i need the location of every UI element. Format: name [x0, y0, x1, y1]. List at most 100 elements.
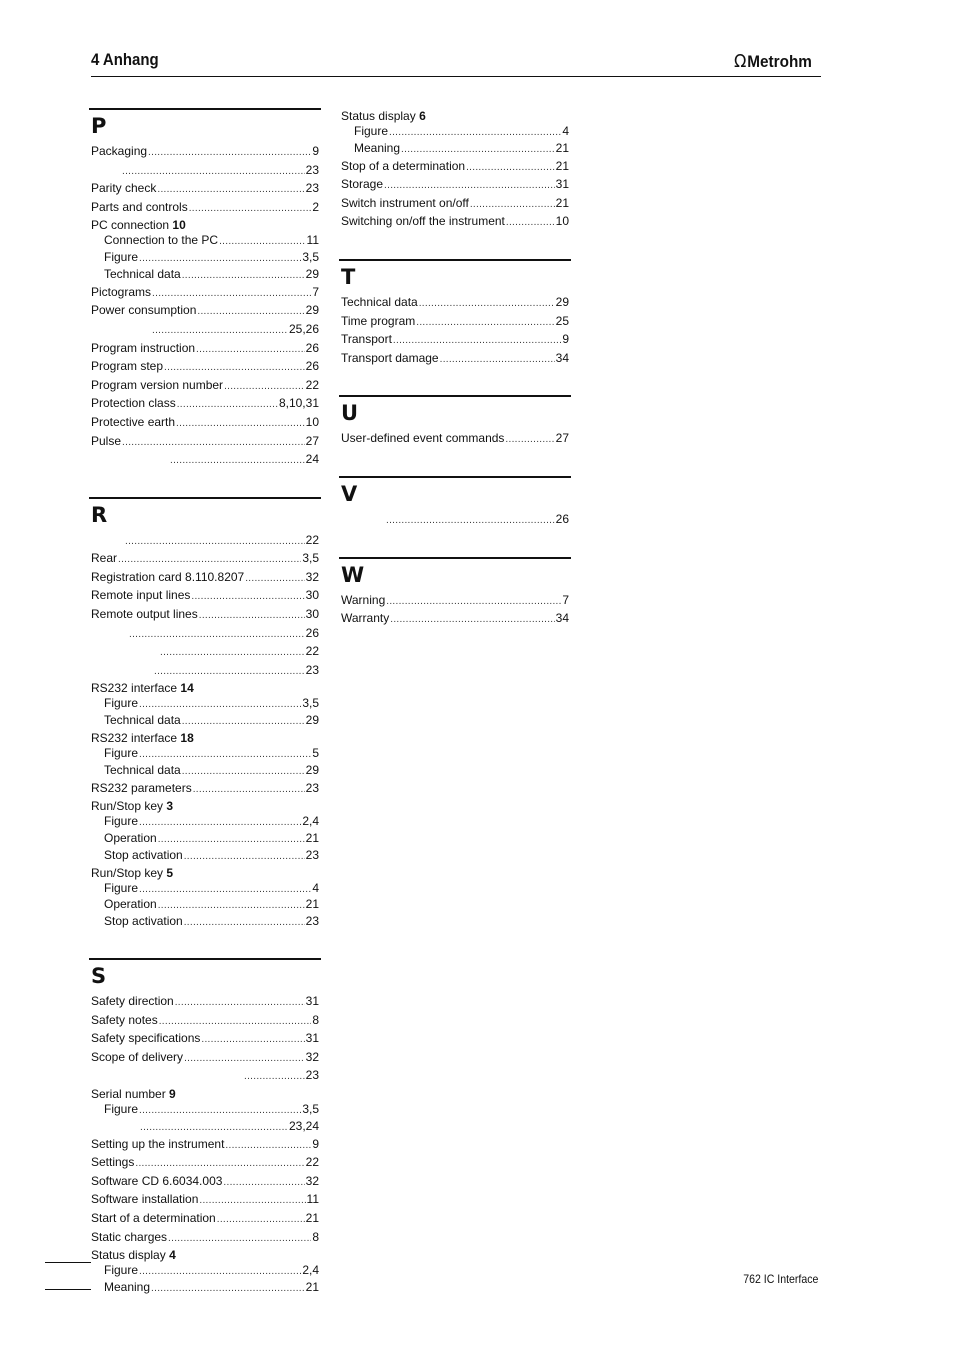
entry-text: PC connection	[91, 218, 170, 233]
index-entry: 24	[89, 451, 319, 470]
dot-leader	[182, 267, 305, 284]
entry-label: Rear	[91, 550, 117, 568]
dot-leader	[139, 881, 311, 898]
index-subentry: Figure 3,5	[89, 250, 319, 267]
entry-label: Meaning	[104, 1280, 150, 1295]
page-reference: 34	[555, 350, 569, 365]
entry-label: Remote input lines	[91, 587, 190, 605]
entry-label: Figure	[354, 124, 388, 139]
entry-label: Software CD 6.6034.003	[91, 1173, 222, 1191]
section-rule	[89, 958, 321, 961]
page-reference: 3,5	[302, 551, 319, 566]
entry-text: Safety notes	[91, 1012, 158, 1027]
entry-label: Program step	[91, 358, 163, 376]
entry-label: PC connection 10	[91, 218, 186, 233]
dot-leader	[199, 1191, 305, 1210]
page-reference: 23	[305, 847, 319, 862]
entry-text: Warranty	[341, 611, 390, 626]
figure-reference-number: 3	[166, 799, 174, 814]
entry-text: Transport	[341, 332, 392, 347]
page-reference: 29	[305, 762, 319, 777]
entry-label: Technical data	[341, 294, 418, 312]
dot-leader	[125, 532, 305, 551]
entry-text: Technical data	[104, 762, 181, 777]
entry-text: Software CD 6.6034.003	[91, 1173, 223, 1188]
entry-text: Pictograms	[91, 284, 152, 299]
section-letter: T	[341, 264, 356, 289]
entry-text: Pulse	[91, 433, 122, 448]
entry-text: Technical data	[104, 713, 181, 728]
dot-leader	[389, 124, 561, 141]
index-entry: Switching on/off the instrument 10	[339, 213, 569, 232]
entry-label: Protection class	[91, 395, 176, 413]
index-entry: Rear 3,5	[89, 550, 319, 569]
index-entry: Registration card 8.110.8207 32	[89, 569, 319, 588]
page-reference: 11	[306, 1192, 319, 1207]
page-reference: 32	[305, 569, 319, 584]
index-subentry: Figure 2,4	[89, 1263, 319, 1280]
index-subentry: Figure 3,5	[89, 1102, 319, 1119]
entry-text: Warning	[341, 592, 386, 607]
index-entry: Settings 22	[89, 1154, 319, 1173]
dot-leader	[470, 195, 555, 214]
index-entry: Program version number 22	[89, 377, 319, 396]
entry-label: Technical data	[104, 713, 181, 728]
index-entry: PC connection 10	[89, 218, 319, 233]
index-entry: Time program 25	[339, 313, 569, 332]
index-entry: Software installation 11	[89, 1191, 319, 1210]
entry-text: Software installation	[91, 1192, 199, 1207]
dot-leader	[466, 158, 555, 177]
entry-label: RS232 interface 18	[91, 731, 194, 746]
index-entry: Protection class 8,10,31	[89, 395, 319, 414]
entry-label: Figure	[104, 814, 138, 829]
entry-label: Switch instrument on/off	[341, 195, 469, 213]
index-section: U User-defined event commands 27	[339, 395, 571, 449]
index-entry: Transport 9	[339, 331, 569, 350]
entry-label: Run/Stop key 3	[91, 799, 173, 814]
entry-text: Figure	[354, 124, 389, 138]
page-reference: 23	[305, 1068, 319, 1083]
page-reference: 26	[305, 340, 319, 355]
index-entry: Run/Stop key 5	[89, 866, 319, 881]
entry-text: Remote output lines	[91, 607, 198, 622]
dot-leader	[158, 897, 305, 914]
index-entry: Switch instrument on/off 21	[339, 195, 569, 214]
index-entry: Pulse 27	[89, 433, 319, 452]
dot-leader	[139, 746, 311, 763]
dot-leader	[199, 606, 305, 625]
index-column-left: PPackaging923Parity check23Parts and con…	[89, 108, 321, 1297]
entry-text: Remote input lines	[91, 588, 191, 603]
page-reference: 21	[305, 1279, 319, 1294]
index-entry: Safety direction 31	[89, 993, 319, 1012]
index-entry: Storage 31	[339, 176, 569, 195]
figure-reference-number: 14	[180, 681, 194, 696]
index-subentry: Figure 4	[339, 124, 569, 141]
entry-text: Static charges	[91, 1229, 168, 1244]
index-subentry: Operation 21	[89, 831, 319, 848]
dot-leader	[177, 395, 278, 414]
index-entry: Pictograms 7	[89, 284, 319, 303]
footer-rule-top	[45, 1262, 91, 1263]
dot-leader	[139, 250, 301, 267]
index-entry: User-defined event commands 27	[339, 430, 569, 449]
section-letter: V	[341, 481, 358, 506]
page-reference: 25	[555, 313, 569, 328]
dot-leader	[197, 302, 304, 321]
dot-leader	[225, 1136, 311, 1155]
entry-label: Connection to the PC	[104, 233, 218, 248]
entry-text: RS232 interface	[91, 731, 178, 746]
page-reference: 32	[305, 1173, 319, 1188]
dot-leader	[164, 358, 305, 377]
page-reference: 29	[305, 266, 319, 281]
entry-text: Stop activation	[104, 914, 183, 929]
dot-leader	[191, 587, 304, 606]
page-reference: 7	[562, 592, 569, 607]
entry-text: Figure	[104, 696, 139, 711]
dot-leader	[139, 696, 301, 713]
entry-text: Program step	[91, 359, 164, 374]
dot-leader	[152, 284, 311, 303]
entry-text: Registration card 8.110.8207	[91, 569, 245, 584]
entry-label: Parity check	[91, 180, 156, 198]
entry-label: RS232 interface 14	[91, 681, 194, 696]
